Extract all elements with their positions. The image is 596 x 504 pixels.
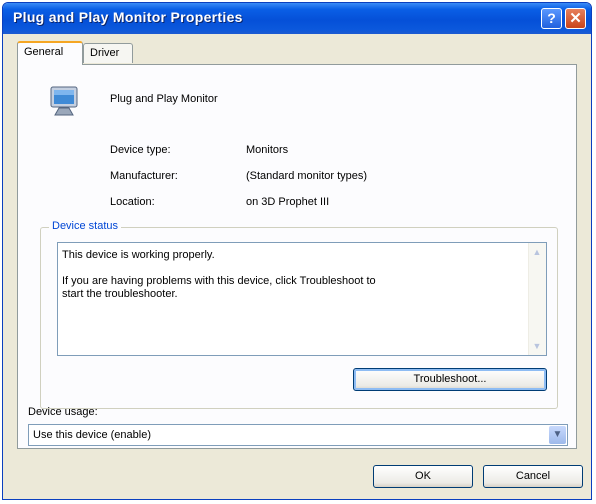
status-line: start the troubleshooter. — [62, 288, 178, 300]
properties-dialog: Plug and Play Monitor Properties ? ✕ Gen… — [2, 2, 592, 500]
chevron-down-icon[interactable]: ▼ — [549, 426, 566, 444]
troubleshoot-button[interactable]: Troubleshoot... — [353, 368, 547, 391]
title-bar[interactable]: Plug and Play Monitor Properties ? ✕ — [3, 3, 591, 34]
manufacturer-label: Manufacturer: — [110, 170, 178, 182]
scroll-up-icon[interactable]: ▲ — [531, 246, 543, 258]
status-line: This device is working properly. — [62, 249, 215, 261]
location-value: on 3D Prophet III — [246, 196, 330, 208]
manufacturer-value: (Standard monitor types) — [246, 170, 368, 182]
status-line: If you are having problems with this dev… — [62, 275, 376, 287]
device-status-group: Device status This device is working pro… — [40, 220, 558, 409]
monitor-icon — [50, 86, 78, 116]
device-usage-value: Use this device (enable) — [33, 429, 152, 441]
cancel-button[interactable]: Cancel — [483, 465, 583, 488]
help-button[interactable]: ? — [541, 8, 562, 29]
device-type-value: Monitors — [246, 144, 289, 156]
device-name: Plug and Play Monitor — [110, 93, 218, 105]
device-status-textbox[interactable]: This device is working properly. If you … — [57, 242, 547, 356]
general-tab-panel: Plug and Play Monitor Device type: Monit… — [17, 64, 577, 449]
help-icon: ? — [547, 10, 556, 26]
tab-driver[interactable]: Driver — [83, 43, 133, 63]
ok-button[interactable]: OK — [373, 465, 473, 488]
device-type-label: Device type: — [110, 144, 171, 156]
tab-general[interactable]: General — [17, 41, 83, 65]
window-title: Plug and Play Monitor Properties — [13, 9, 243, 25]
close-button[interactable]: ✕ — [565, 8, 586, 29]
close-icon: ✕ — [569, 10, 582, 27]
device-status-legend: Device status — [49, 220, 122, 232]
device-usage-select[interactable]: Use this device (enable) ▼ — [28, 424, 568, 446]
scroll-down-icon[interactable]: ▼ — [531, 340, 543, 352]
location-label: Location: — [110, 196, 155, 208]
status-scrollbar[interactable]: ▲ ▼ — [528, 243, 546, 355]
device-usage-label: Device usage: — [28, 406, 98, 418]
